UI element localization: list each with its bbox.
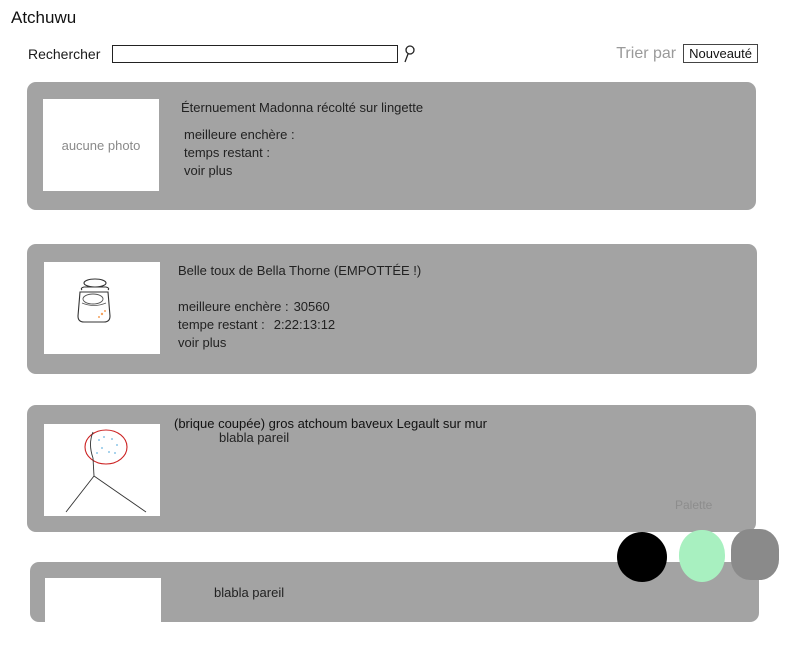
best-bid-label: meilleure enchère :	[178, 299, 289, 314]
see-more-link[interactable]: voir plus	[178, 335, 226, 350]
listing-photo	[45, 578, 161, 670]
search-icon[interactable]	[402, 44, 416, 64]
stick-figure-drawing-icon	[65, 429, 147, 513]
time-left: temps restant :	[184, 145, 275, 160]
search-bar: Rechercher	[28, 44, 416, 64]
best-bid-label: meilleure enchère :	[184, 127, 295, 142]
best-bid: meilleure enchère : 30560	[178, 299, 330, 314]
jar-drawing-icon	[77, 278, 111, 323]
sort-dropdown[interactable]: Nouveauté	[683, 44, 758, 63]
listing-description: blabla pareil	[219, 430, 290, 445]
listing-card[interactable]: Belle toux de Bella Thorne (EMPOTTÉE !) …	[27, 244, 757, 374]
search-input[interactable]	[112, 45, 399, 63]
sort-label: Trier par	[616, 44, 677, 62]
listing-title: Belle toux de Bella Thorne (EMPOTTÉE !)	[178, 263, 422, 278]
palette-color-mint[interactable]	[679, 530, 725, 582]
listing-photo	[44, 262, 160, 354]
time-left: tempe restant : 2:22:13:12	[178, 317, 335, 332]
palette-label: Palette	[675, 498, 713, 512]
best-bid-value: 30560	[293, 299, 330, 314]
listing-photo-placeholder: aucune photo	[43, 99, 159, 191]
search-label: Rechercher	[28, 46, 101, 62]
listing-description: blabla pareil	[214, 585, 285, 600]
sort-control: Trier par Nouveauté	[616, 44, 758, 63]
app-title: Atchuwu	[11, 8, 77, 27]
palette-color-black[interactable]	[617, 532, 667, 582]
listing-title: (brique coupée) gros atchoum baveux Lega…	[174, 416, 487, 431]
time-left-value: 2:22:13:12	[273, 317, 336, 332]
listing-card[interactable]: (brique coupée) gros atchoum baveux Lega…	[27, 405, 756, 532]
best-bid: meilleure enchère :	[184, 127, 300, 142]
listing-card[interactable]: aucune photo Éternuement Madonna récolté…	[27, 82, 756, 210]
listing-title: Éternuement Madonna récolté sur lingette	[181, 100, 424, 115]
time-left-label: temps restant :	[184, 145, 270, 160]
see-more-link[interactable]: voir plus	[184, 163, 232, 178]
palette-color-gray[interactable]	[731, 529, 779, 580]
time-left-label: tempe restant :	[178, 317, 265, 332]
listing-photo	[44, 424, 160, 516]
